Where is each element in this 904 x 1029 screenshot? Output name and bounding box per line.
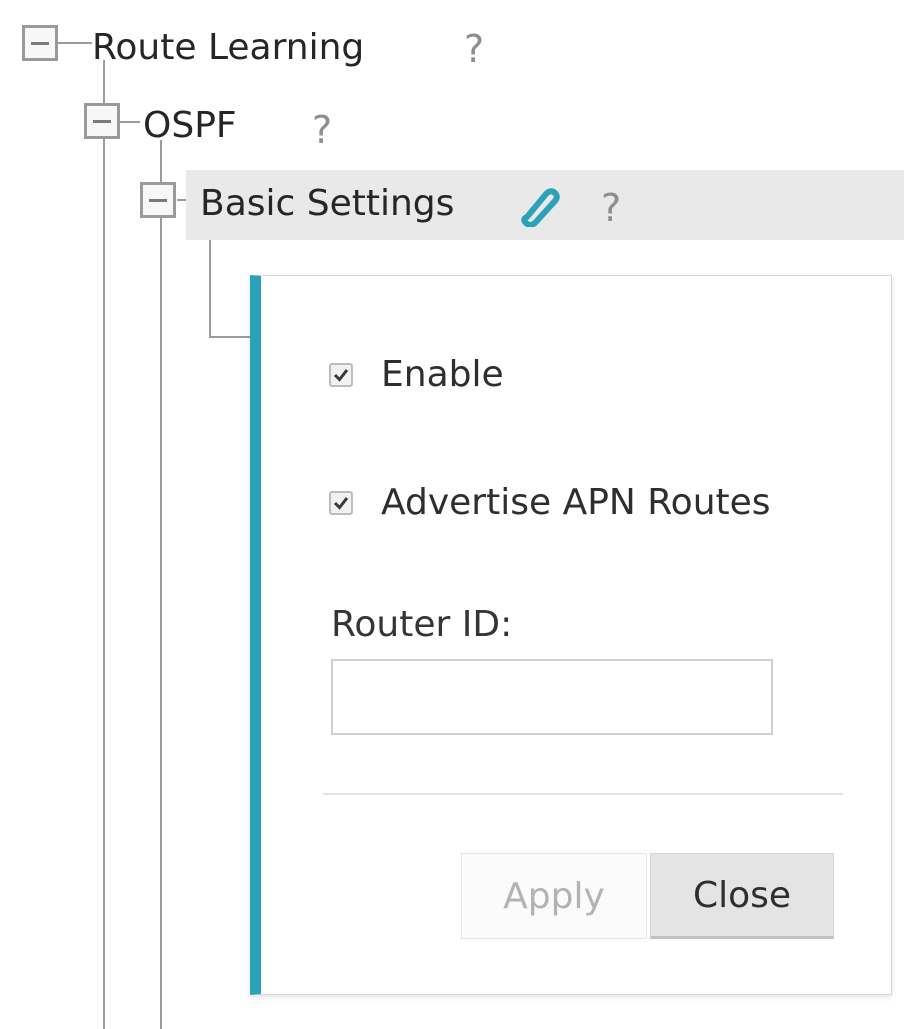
enable-label: Enable bbox=[381, 354, 504, 395]
checkmark-icon bbox=[333, 368, 349, 382]
tree-connector bbox=[160, 140, 162, 1029]
advertise-apn-routes-label: Advertise APN Routes bbox=[381, 482, 771, 523]
router-id-input[interactable] bbox=[331, 659, 773, 735]
tree-connector bbox=[56, 42, 92, 44]
basic-settings-label: Basic Settings bbox=[200, 183, 455, 224]
divider bbox=[323, 793, 843, 795]
tree-connector bbox=[209, 336, 251, 338]
close-button[interactable]: Close bbox=[650, 853, 834, 939]
route-learning-tree: Route Learning ? OSPF ? Basic Settings ?… bbox=[0, 0, 904, 1029]
route-learning-help-icon[interactable]: ? bbox=[464, 30, 484, 68]
collapse-route-learning-button[interactable] bbox=[22, 25, 58, 61]
basic-settings-panel: Enable Advertise APN Routes Router ID: A… bbox=[250, 275, 892, 995]
enable-checkbox-row[interactable]: Enable bbox=[329, 354, 504, 395]
ospf-label: OSPF bbox=[143, 105, 237, 146]
basic-settings-help-icon[interactable]: ? bbox=[601, 189, 621, 227]
tree-connector bbox=[120, 121, 140, 123]
tree-connector bbox=[103, 60, 105, 1029]
checkmark-icon bbox=[333, 496, 349, 510]
ospf-help-icon[interactable]: ? bbox=[312, 111, 332, 149]
apply-button[interactable]: Apply bbox=[461, 853, 647, 939]
advertise-apn-routes-checkbox[interactable] bbox=[329, 490, 353, 515]
collapse-ospf-button[interactable] bbox=[84, 103, 120, 139]
router-id-label: Router ID: bbox=[331, 604, 513, 645]
pencil-icon[interactable] bbox=[517, 183, 561, 227]
route-learning-label: Route Learning bbox=[92, 27, 365, 68]
collapse-basic-settings-button[interactable] bbox=[140, 182, 176, 218]
advertise-apn-routes-checkbox-row[interactable]: Advertise APN Routes bbox=[329, 482, 771, 523]
enable-checkbox[interactable] bbox=[329, 362, 353, 387]
